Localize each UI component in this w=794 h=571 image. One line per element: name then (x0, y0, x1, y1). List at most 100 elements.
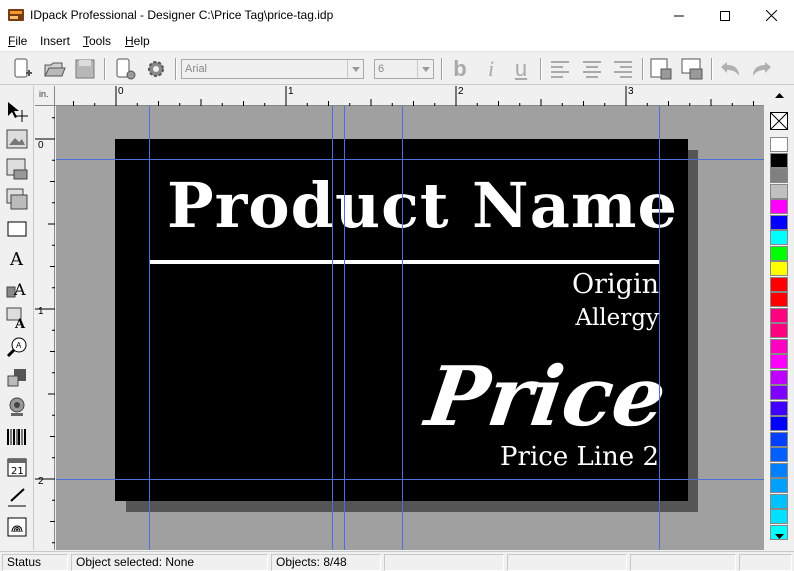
menu-help[interactable]: Help (125, 34, 150, 48)
allergy-text[interactable]: Allergy (575, 305, 659, 331)
price-text[interactable]: Price (420, 349, 672, 445)
color-swatch[interactable] (770, 416, 788, 431)
horizontal-guide[interactable] (56, 159, 764, 160)
color-swatch[interactable] (770, 214, 788, 230)
close-button[interactable] (748, 0, 794, 31)
color-swatch[interactable] (770, 338, 788, 354)
menu-file[interactable]: File (8, 34, 27, 48)
color-swatch[interactable] (770, 245, 788, 261)
barcode-tool[interactable] (4, 424, 30, 450)
underline-button[interactable]: u (507, 56, 535, 82)
align-right-button[interactable] (609, 56, 637, 82)
color-swatch[interactable] (770, 276, 788, 292)
color-swatch[interactable] (770, 369, 788, 385)
text-image-tool[interactable]: A (4, 305, 30, 331)
svg-text:21: 21 (11, 466, 24, 477)
chevron-down-icon (347, 60, 363, 78)
color-swatch[interactable] (770, 462, 788, 478)
font-size-select[interactable]: 6 (374, 59, 434, 79)
ruler-label-1: 1 (288, 86, 294, 97)
shape-tool[interactable] (4, 364, 30, 390)
new-document-button[interactable] (8, 56, 36, 82)
toolbar: Arial 6 b i u (0, 51, 794, 85)
vertical-guide[interactable] (659, 106, 660, 550)
fingerprint-icon (7, 517, 27, 537)
image-db-tool[interactable] (4, 156, 30, 182)
vertical-guide[interactable] (402, 106, 403, 550)
color-swatch[interactable] (770, 152, 788, 168)
send-backward-button[interactable] (678, 56, 706, 82)
color-swatch[interactable] (770, 230, 788, 245)
label-setup-button[interactable] (111, 56, 139, 82)
picture-icon (6, 129, 28, 149)
camera-tool[interactable] (4, 394, 30, 420)
price-line-2-text[interactable]: Price Line 2 (500, 442, 659, 472)
shapes-icon (7, 369, 26, 387)
text-picture-icon: A (6, 307, 26, 329)
photo-tool[interactable] (4, 186, 30, 212)
vertical-guide[interactable] (344, 106, 345, 550)
origin-text[interactable]: Origin (572, 269, 659, 300)
chevron-down-icon (774, 533, 784, 539)
color-swatch[interactable] (770, 509, 788, 524)
open-button[interactable] (40, 56, 68, 82)
image-tool[interactable] (4, 126, 30, 152)
color-swatch[interactable] (770, 137, 788, 152)
align-center-button[interactable] (578, 56, 606, 82)
status-text: Status (2, 554, 68, 571)
divider-line[interactable] (149, 260, 659, 264)
no-color-swatch[interactable] (770, 112, 788, 130)
new-document-icon (14, 58, 32, 78)
gear-icon (148, 61, 164, 77)
italic-button[interactable]: i (477, 56, 505, 82)
color-swatch[interactable] (770, 261, 788, 276)
color-swatch[interactable] (770, 307, 788, 323)
save-button[interactable] (71, 56, 99, 82)
color-swatch[interactable] (770, 400, 788, 416)
color-swatch[interactable] (770, 493, 788, 509)
settings-button[interactable] (142, 56, 170, 82)
text-db-tool[interactable]: A (4, 275, 30, 301)
color-swatch[interactable] (770, 431, 788, 447)
color-swatch[interactable] (770, 183, 788, 199)
align-left-button[interactable] (546, 56, 574, 82)
rectangle-tool[interactable] (4, 216, 30, 242)
color-swatch[interactable] (770, 168, 788, 183)
status-pane-empty (630, 554, 736, 571)
text-tool[interactable]: A (4, 245, 30, 271)
font-name-value: Arial (185, 63, 208, 75)
minimize-button[interactable] (656, 0, 702, 31)
color-swatch[interactable] (770, 478, 788, 493)
menu-insert[interactable]: Insert (40, 34, 70, 48)
maximize-button[interactable] (702, 0, 748, 31)
date-tool[interactable]: 21 (4, 454, 30, 480)
font-size-value: 6 (378, 63, 385, 75)
signature-tool[interactable] (4, 484, 30, 510)
horizontal-guide[interactable] (56, 479, 764, 480)
redo-button[interactable] (748, 56, 776, 82)
color-swatch[interactable] (770, 385, 788, 400)
undo-button[interactable] (716, 56, 744, 82)
vertical-guide[interactable] (149, 106, 150, 550)
color-swatch[interactable] (770, 292, 788, 307)
svg-text:A: A (14, 317, 26, 329)
vertical-guide[interactable] (332, 106, 333, 550)
design-canvas[interactable]: Product Name Origin Allergy Price Price … (56, 106, 764, 550)
vruler-label-2: 2 (38, 476, 44, 487)
product-name-text[interactable]: Product Name (167, 169, 678, 242)
zoom-text-tool[interactable]: A (4, 334, 30, 360)
scroll-up-button[interactable] (770, 88, 788, 102)
select-move-tool[interactable] (4, 98, 30, 124)
toolbar-separator (104, 58, 106, 80)
fingerprint-tool[interactable] (4, 514, 30, 540)
vruler-label-0: 0 (38, 140, 44, 151)
bold-button[interactable]: b (446, 56, 474, 82)
menu-tools[interactable]: Tools (83, 34, 111, 48)
font-name-select[interactable]: Arial (181, 59, 364, 79)
scroll-down-button[interactable] (770, 529, 788, 543)
color-swatch[interactable] (770, 447, 788, 462)
color-swatch[interactable] (770, 354, 788, 369)
color-swatch[interactable] (770, 199, 788, 214)
bring-forward-button[interactable] (647, 56, 675, 82)
color-swatch[interactable] (770, 323, 788, 338)
